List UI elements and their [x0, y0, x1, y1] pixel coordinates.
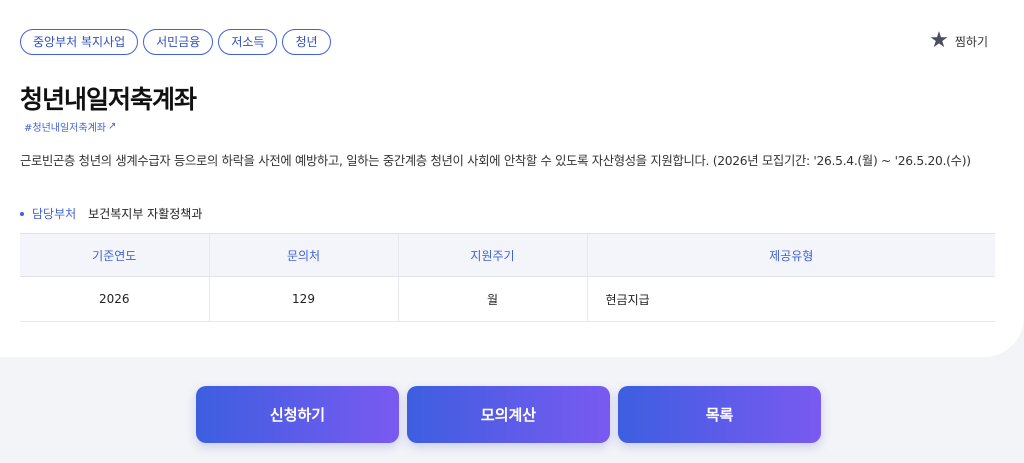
tag-chip[interactable]: 저소득: [218, 29, 278, 55]
info-table: 기준연도 문의처 지원주기 제공유형 2026 129 월 현금지급: [20, 233, 995, 322]
department-label: 담당부처: [32, 207, 77, 221]
external-link-icon: ↗: [107, 121, 117, 132]
column-header: 문의처: [208, 233, 398, 277]
table-cell: 월: [397, 276, 587, 322]
apply-button[interactable]: 신청하기: [196, 386, 399, 443]
tag-chip[interactable]: 청년: [282, 29, 331, 55]
table-cell: 2026: [20, 276, 209, 322]
favorite-label: 찜하기: [954, 34, 988, 49]
hashtag-link[interactable]: #청년내일저축계좌 ↗: [24, 119, 116, 134]
action-buttons: 신청하기 모의계산 목록: [196, 386, 821, 443]
detail-card: 중앙부처 복지사업 서민금융 저소득 청년 ★ 찜하기 청년내일저축계좌 #청년…: [0, 0, 1024, 357]
column-header: 기준연도: [20, 233, 209, 277]
favorite-button[interactable]: ★ 찜하기: [929, 30, 988, 52]
simulate-button[interactable]: 모의계산: [407, 386, 610, 443]
description: 근로빈곤층 청년의 생계수급자 등으로의 하락을 사전에 예방하고, 일하는 중…: [20, 154, 971, 168]
table-row: 2026 129 월 현금지급: [20, 276, 995, 322]
column-header: 지원주기: [397, 233, 587, 277]
column-header: 제공유형: [586, 233, 995, 277]
bullet-icon: [20, 211, 24, 216]
tag-chip[interactable]: 중앙부처 복지사업: [20, 29, 139, 55]
department-info: 담당부처 보건복지부 자활정책과: [20, 205, 202, 222]
table-cell: 현금지급: [586, 276, 995, 322]
hashtag-label: #청년내일저축계좌: [24, 123, 106, 134]
page-title: 청년내일저축계좌: [20, 85, 197, 114]
department-value: 보건복지부 자활정책과: [88, 207, 203, 221]
tag-list: 중앙부처 복지사업 서민금융 저소득 청년: [20, 29, 331, 55]
table-header-row: 기준연도 문의처 지원주기 제공유형: [20, 233, 995, 277]
star-icon: ★: [929, 28, 949, 53]
tag-chip[interactable]: 서민금융: [143, 29, 214, 55]
list-button[interactable]: 목록: [618, 386, 821, 443]
table-cell: 129: [208, 276, 398, 322]
